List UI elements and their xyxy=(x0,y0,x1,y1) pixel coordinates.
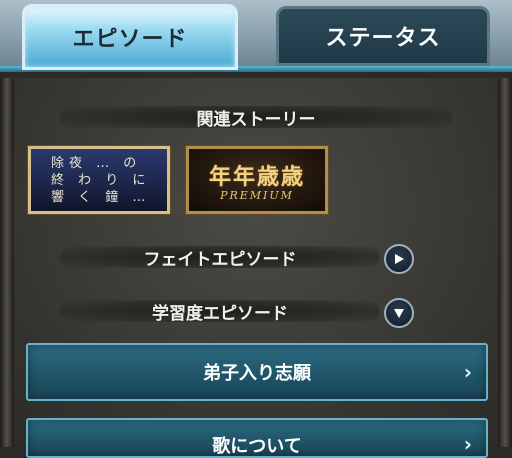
story-banner-premium[interactable]: 年年歳歳 PREMIUM xyxy=(186,146,328,214)
episode-button-label: 歌について xyxy=(212,436,302,457)
banner-title: 除夜 … の 終 わ り に 響 く 鐘 … xyxy=(51,156,151,205)
related-stories-header: 関連ストーリー xyxy=(60,106,452,130)
chevron-right-icon: › xyxy=(463,432,472,456)
tab-status[interactable]: ステータス xyxy=(276,6,490,66)
episode-button-disciple[interactable]: 弟子入り志願 › xyxy=(26,343,488,401)
play-down-icon[interactable] xyxy=(384,298,414,328)
episode-button-song[interactable]: 歌について › xyxy=(26,418,488,458)
play-right-icon[interactable] xyxy=(384,244,414,274)
right-pillar-decoration xyxy=(498,78,512,447)
left-pillar-decoration xyxy=(0,78,14,447)
episode-button-label: 弟子入り志願 xyxy=(203,363,311,384)
tab-episode[interactable]: エピソード xyxy=(22,4,238,70)
chevron-right-icon: › xyxy=(463,360,472,384)
story-banner-joya[interactable]: 除夜 … の 終 わ り に 響 く 鐘 … xyxy=(28,146,170,214)
fate-episode-header: フェイトエピソード xyxy=(60,246,380,270)
study-episode-header: 学習度エピソード xyxy=(60,300,380,324)
banner-title: 年年歳歳 xyxy=(208,164,305,190)
premium-label: PREMIUM xyxy=(220,189,294,202)
